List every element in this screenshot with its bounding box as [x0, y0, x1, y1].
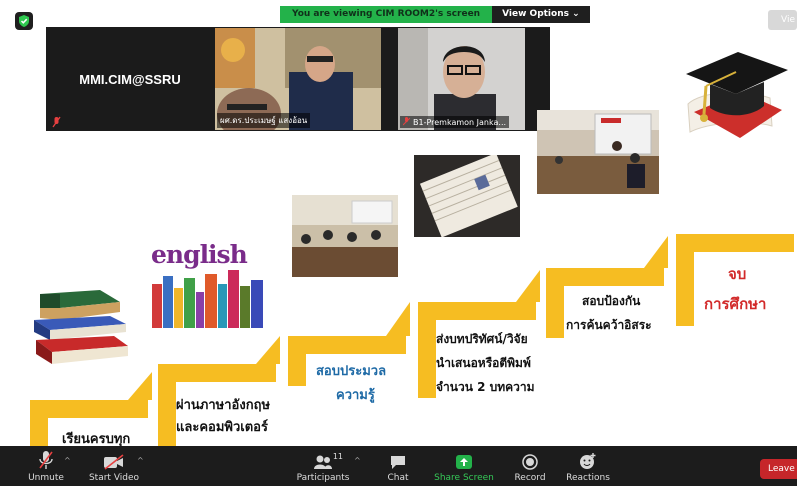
unmute-button[interactable]: Unmute — [26, 446, 66, 486]
participant-label-text: B1-Premkamon Janka... — [413, 118, 507, 127]
mic-muted-icon — [52, 116, 61, 128]
view-button-label: Vie — [781, 15, 795, 25]
participants-options-caret-icon[interactable]: ^ — [354, 456, 361, 465]
share-screen-icon — [456, 455, 472, 469]
start-video-label: Start Video — [88, 473, 140, 483]
step-2-line1: ผ่านภาษาอังกฤษ — [176, 398, 271, 413]
step-6-line2: การศึกษา — [704, 295, 767, 313]
stair-step-4-riser — [418, 302, 436, 398]
participant-label: ผศ.ดร.ประเมษฐ์ แสงอ้อน — [217, 113, 311, 128]
chat-label: Chat — [387, 473, 409, 483]
participant-count: 11 — [332, 452, 343, 461]
view-options-button[interactable]: View Options ⌄ — [492, 6, 590, 23]
video-options-caret-icon[interactable]: ^ — [137, 456, 144, 465]
colorful-books-image — [152, 270, 263, 328]
stair-step-6-riser — [676, 234, 694, 326]
classroom-photo — [292, 195, 398, 277]
audio-options-caret-icon[interactable]: ^ — [64, 456, 71, 465]
participants-label: Participants — [296, 473, 350, 483]
step-4-line1: ส่งบทปริทัศน์/วิจัย — [436, 332, 528, 346]
participant-label: B1-Premkamon Janka... — [400, 116, 510, 128]
step-3-line1: สอบประมวล — [316, 364, 387, 379]
stair-step-2-riser — [158, 364, 176, 446]
share-screen-label: Share Screen — [434, 473, 494, 483]
step-5-line2: การค้นคว้าอิสระ — [566, 318, 652, 332]
chevron-down-icon: ⌄ — [572, 9, 580, 19]
view-options-label: View Options — [502, 9, 569, 19]
security-shield-icon[interactable] — [15, 12, 33, 30]
step-4-line3: จำนวน 2 บทความ — [436, 380, 535, 394]
graduation-cap-image — [686, 52, 788, 138]
video-tile-room[interactable]: MMI.CIM@SSRU — [48, 28, 212, 130]
participants-icon — [314, 455, 332, 469]
stair-step-1-corner — [128, 372, 152, 400]
start-video-button[interactable]: Start Video — [88, 446, 140, 486]
leave-button[interactable]: Leave — [760, 459, 797, 479]
shared-screen: You are viewing CIM ROOM2's screen View … — [0, 0, 797, 486]
stair-step-3-corner — [386, 302, 410, 336]
share-banner: You are viewing CIM ROOM2's screen View … — [280, 6, 590, 23]
reactions-icon — [580, 453, 596, 469]
participant-video — [398, 28, 525, 130]
step-6-line1: จบ — [728, 265, 747, 283]
record-label: Record — [514, 473, 546, 483]
participant-name: MMI.CIM@SSRU — [79, 72, 181, 87]
record-button[interactable]: Record — [510, 446, 550, 486]
leave-label: Leave — [768, 464, 795, 474]
meeting-room-photo — [537, 110, 659, 194]
stair-step-4-corner — [516, 270, 540, 302]
stair-step-1-riser — [30, 400, 48, 446]
share-banner-message: You are viewing CIM ROOM2's screen — [280, 6, 493, 23]
stair-step-2-corner — [256, 336, 280, 364]
mic-muted-icon — [403, 117, 410, 126]
video-tile-participant[interactable]: B1-Premkamon Janka... — [398, 28, 525, 130]
participants-button[interactable]: 11 Participants — [294, 446, 352, 486]
video-tile-presenter[interactable]: ผศ.ดร.ประเมษฐ์ แสงอ้อน — [215, 28, 381, 130]
step-4-line2: นำเสนอหรือตีพิมพ์ — [436, 356, 531, 370]
participant-label-text: ผศ.ดร.ประเมษฐ์ แสงอ้อน — [220, 116, 308, 125]
view-button[interactable]: Vie — [768, 10, 797, 30]
stair-step-5-riser — [546, 268, 564, 338]
step-2-line2: และคอมพิวเตอร์ — [176, 420, 268, 435]
record-icon — [522, 454, 538, 470]
english-word-art: english — [151, 240, 248, 269]
step-5-line1: สอบป้องกัน — [582, 294, 641, 308]
share-screen-button[interactable]: Share Screen — [434, 446, 494, 486]
step-3-line2: ความรู้ — [336, 388, 375, 403]
video-off-icon — [104, 454, 124, 470]
unmute-label: Unmute — [28, 473, 64, 483]
stacked-books-image — [34, 290, 128, 364]
chat-button[interactable]: Chat — [380, 446, 416, 486]
theses-stack-photo — [414, 155, 520, 237]
english-word: english — [151, 240, 248, 269]
chat-icon — [391, 456, 405, 469]
video-gallery-strip: MMI.CIM@SSRU ผศ.ดร.ประเมษฐ์ แสงอ้อน B1-P… — [46, 27, 550, 131]
mic-muted-icon — [39, 451, 53, 469]
meeting-toolbar: Unmute ^ Start Video ^ 11 Participants ^… — [0, 446, 797, 486]
reactions-button[interactable]: Reactions — [564, 446, 612, 486]
stair-step-5-corner — [644, 236, 668, 268]
reactions-label: Reactions — [566, 473, 610, 483]
stair-step-3-riser — [288, 336, 306, 386]
